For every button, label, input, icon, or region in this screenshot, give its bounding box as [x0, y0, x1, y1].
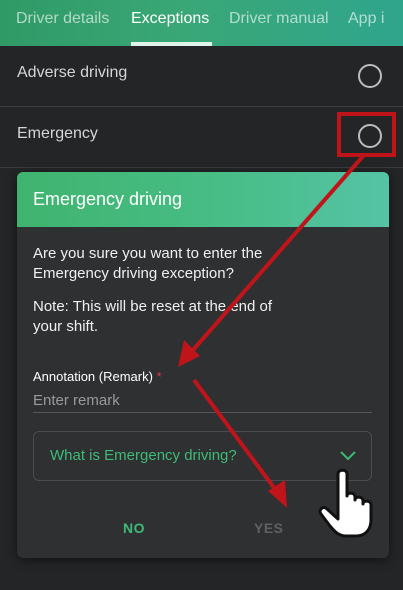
highlight-box [337, 112, 396, 157]
chevron-down-icon [340, 451, 356, 461]
dialog-header: Emergency driving [17, 172, 389, 227]
note-line: your shift. [33, 318, 99, 335]
exception-row-adverse-driving[interactable]: Adverse driving [0, 46, 403, 107]
dialog-title: Emergency driving [33, 189, 183, 209]
annotation-label: Annotation (Remark) * [33, 369, 162, 384]
exception-label: Adverse driving [17, 64, 128, 81]
tab-driver-details[interactable]: Driver details [16, 0, 109, 46]
note-line: Note: This will be reset at the end of [33, 298, 273, 315]
required-mark: * [156, 369, 162, 384]
tab-bar: Driver details Exceptions Driver manual … [0, 0, 403, 46]
what-is-emergency-expander[interactable]: What is Emergency driving? [33, 431, 372, 481]
remark-input[interactable] [33, 388, 372, 413]
radio-empty-icon[interactable] [358, 64, 382, 88]
question-line: Emergency driving exception? [33, 265, 234, 282]
tab-app-info[interactable]: App i [348, 0, 384, 46]
expander-label: What is Emergency driving? [50, 447, 237, 464]
tab-exceptions[interactable]: Exceptions [131, 0, 209, 46]
exception-label: Emergency [17, 125, 98, 142]
yes-button[interactable]: YES [254, 520, 284, 536]
tab-driver-manual[interactable]: Driver manual [229, 0, 329, 46]
dialog-question: Are you sure you want to enter the Emerg… [33, 244, 333, 284]
no-button[interactable]: NO [123, 520, 145, 536]
question-line: Are you sure you want to enter the [33, 245, 263, 262]
annotation-label-text: Annotation (Remark) [33, 369, 153, 384]
dialog-note: Note: This will be reset at the end of y… [33, 297, 333, 337]
emergency-dialog: Emergency driving Are you sure you want … [17, 172, 389, 558]
